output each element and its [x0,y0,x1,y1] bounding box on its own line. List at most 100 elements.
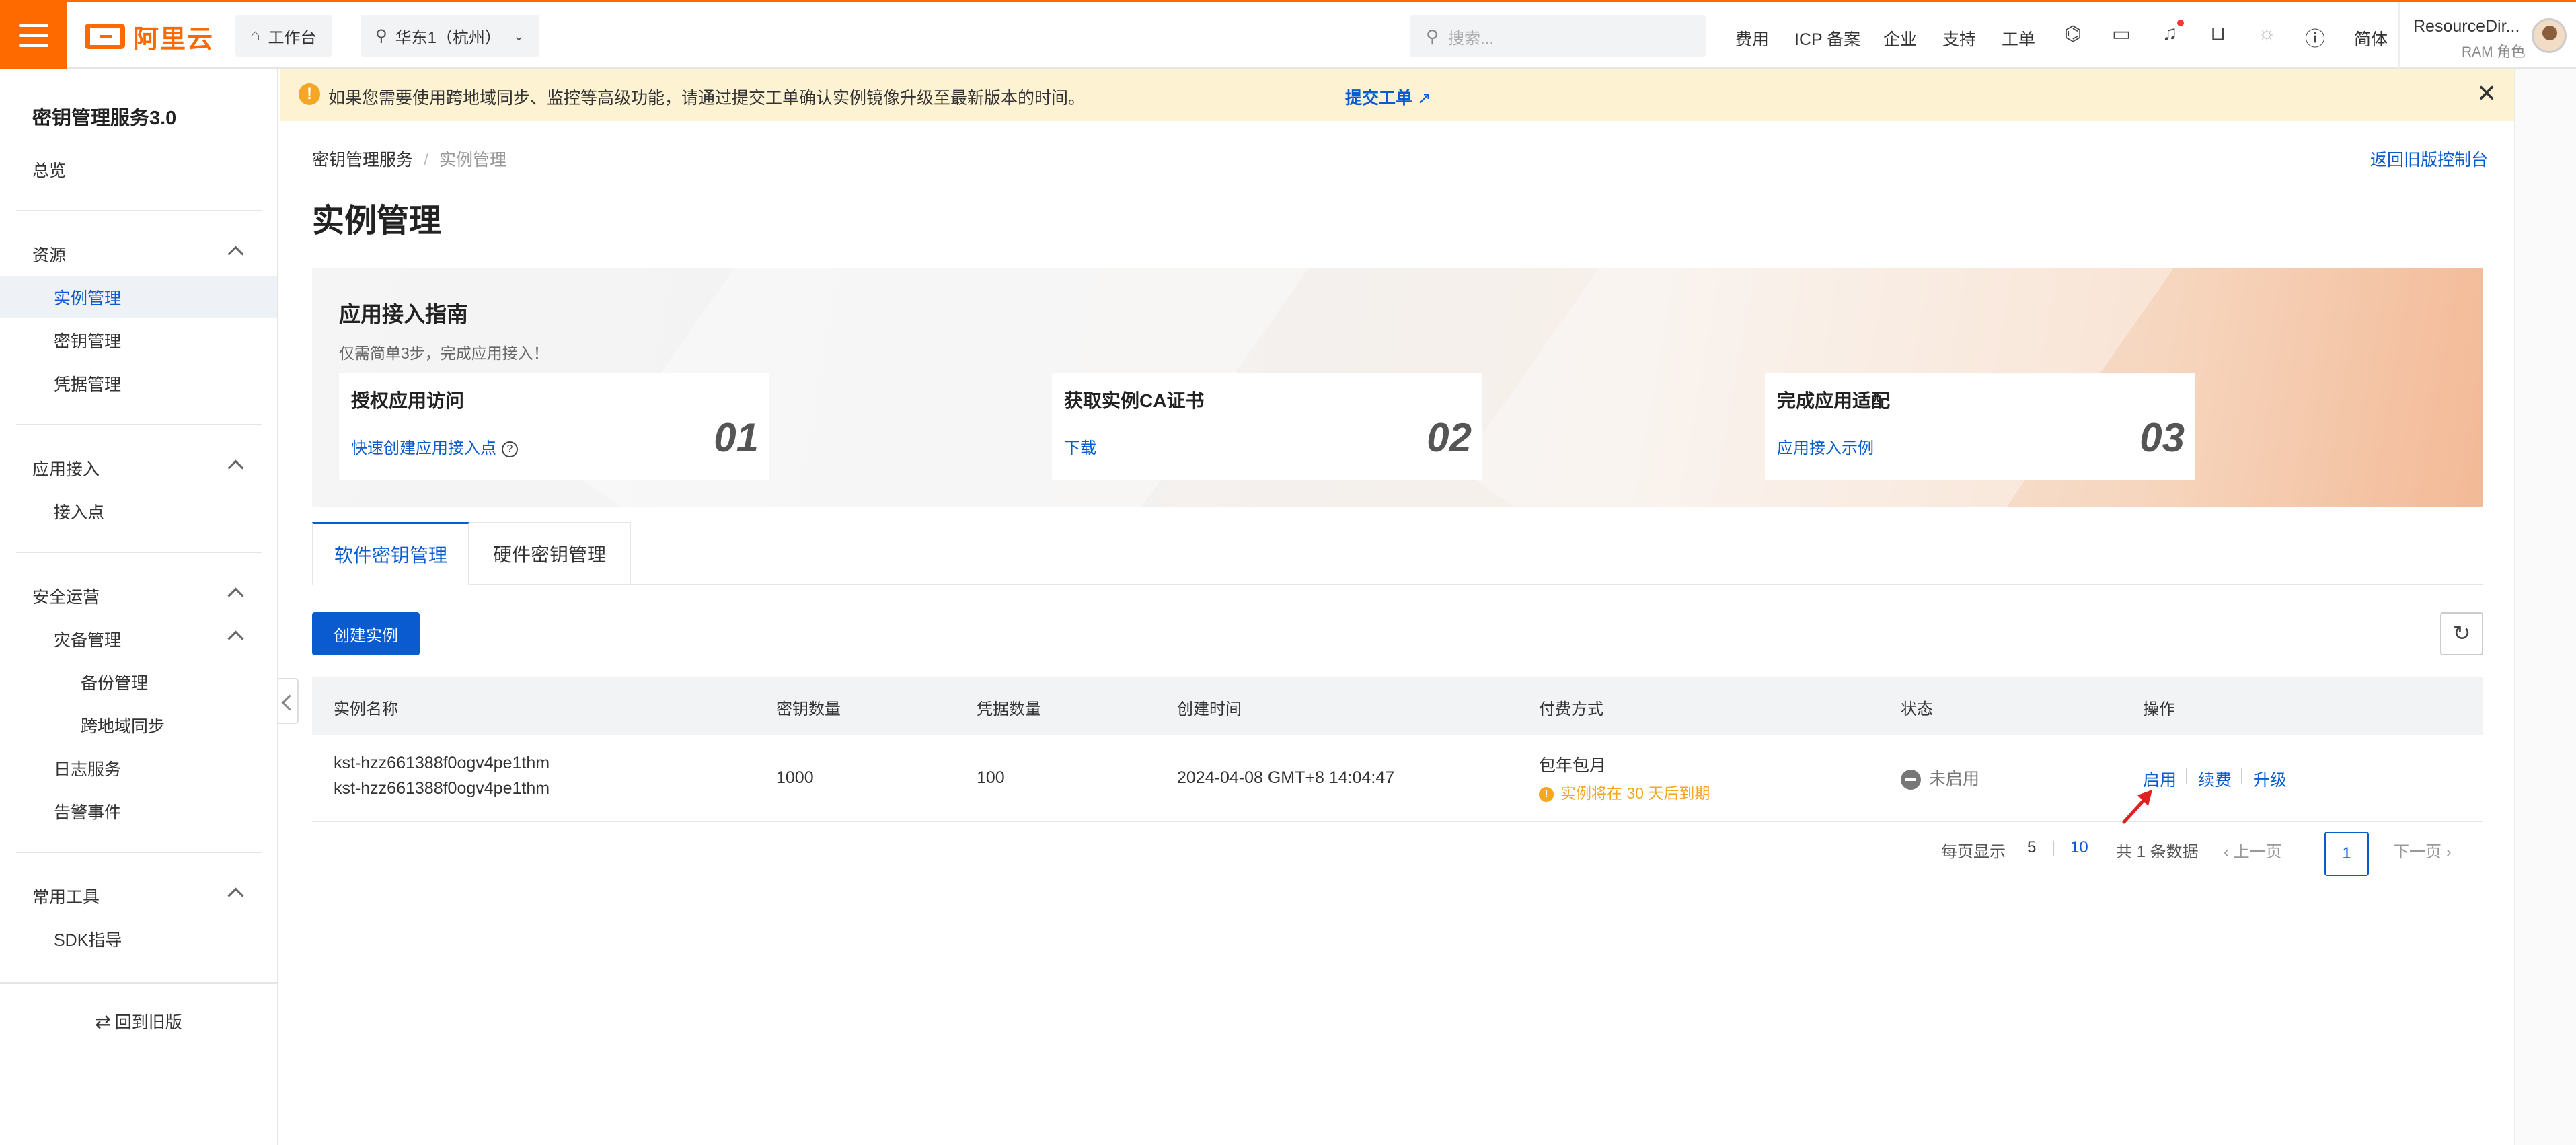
billing-method: 包年包月 [1539,756,1607,775]
quick-create-endpoint-label: 快速创建应用接入点 [351,439,496,457]
sidebar-item-key-mgmt[interactable]: 密钥管理 [54,328,121,353]
sidebar-group-resources[interactable]: 资源 [32,242,66,266]
instance-id[interactable]: kst-hzz661388f0ogv4pe1thm [334,753,550,773]
column-header-keys: 密钥数量 [776,700,841,718]
page-size-10[interactable]: 10 [2070,838,2088,857]
sidebar-item-cross-region[interactable]: 跨地域同步 [81,713,165,737]
chevron-up-icon[interactable] [227,884,243,900]
disabled-status-icon [1901,770,1921,790]
sidebar-item-backup[interactable]: 备份管理 [81,670,148,694]
warning-icon: ! [1539,786,1554,802]
notice-banner: ! 如果您需要使用跨地域同步、监控等高级功能，请通过提交工单确认实例镜像升级至最… [280,69,2514,121]
guide-card-step1: 授权应用访问 快速创建应用接入点? 01 [339,373,769,480]
app-access-example-link[interactable]: 应用接入示例 [1777,435,1874,458]
nav-support[interactable]: 支持 [1942,26,1976,50]
user-role: RAM 角色 [2462,44,2526,60]
prev-page-button[interactable]: ‹ 上一页 [2224,838,2282,862]
location-icon: ⚲ [375,26,387,45]
annotation-arrow-icon [2122,790,2152,824]
user-menu[interactable]: ResourceDir... RAM 角色 [2398,2,2576,69]
sidebar-group-tools[interactable]: 常用工具 [32,884,100,908]
page-size-5[interactable]: 5 [2027,838,2036,857]
sidebar-active-highlight [0,276,277,318]
lightbulb-icon[interactable]: ☼ [2255,22,2279,45]
next-page-button[interactable]: 下一页 › [2393,838,2452,862]
create-instance-button[interactable]: 创建实例 [312,612,420,655]
sidebar-item-instance-mgmt[interactable]: 实例管理 [54,285,121,309]
nav-enterprise[interactable]: 企业 [1883,26,1917,50]
status-text: 未启用 [1929,770,1980,788]
credential-count: 100 [977,768,1005,787]
table-header: 实例名称 密钥数量 凭据数量 创建时间 付费方式 状态 操作 [312,677,2483,735]
top-bar: 阿里云 ⌂ 工作台 ⚲ 华东1（杭州） ⌄ ⚲ 搜索... 费用 ICP 备案 … [0,0,2576,71]
sidebar-item-credential-mgmt[interactable]: 凭据管理 [54,371,121,396]
page-title: 实例管理 [312,203,442,239]
back-to-old-version-button[interactable]: ⇄ 回到旧版 [0,1009,277,1033]
total-count: 共 1 条数据 [2116,843,2199,861]
chevron-up-icon[interactable] [227,456,243,472]
chevron-up-icon[interactable] [227,242,243,258]
code-icon[interactable]: ⌬ [2061,22,2085,46]
language-switch[interactable]: 简体 [2354,26,2388,50]
help-icon[interactable]: ⓘ [2303,22,2327,52]
quick-create-endpoint-link[interactable]: 快速创建应用接入点? [351,435,518,458]
breadcrumb: 密钥管理服务 / 实例管理 [312,151,506,170]
chevron-up-icon[interactable] [227,627,243,643]
submit-ticket-link[interactable]: 提交工单 ↗ [1345,85,1431,109]
expiry-warning: ! 实例将在 30 天后到期 [1539,780,1710,803]
upgrade-button[interactable]: 升级 [2253,767,2287,791]
nav-icp[interactable]: ICP 备案 [1794,26,1860,50]
help-icon[interactable]: ? [502,441,518,457]
sidebar-group-security-ops[interactable]: 安全运营 [32,584,100,608]
sidebar-item-alert-events[interactable]: 告警事件 [54,799,121,823]
menu-button[interactable] [0,0,67,71]
key-type-tabs: 软件密钥管理 硬件密钥管理 [312,522,2483,585]
tab-software-key[interactable]: 软件密钥管理 [312,522,469,585]
region-selector[interactable]: ⚲ 华东1（杭州） ⌄ [361,15,539,57]
breadcrumb-current: 实例管理 [439,151,506,170]
guide-card-number: 01 [714,415,759,460]
sidebar-divider [16,424,262,425]
aliyun-logo[interactable]: 阿里云 [85,20,214,54]
sidebar-divider [16,210,262,211]
sidebar-item-log-service[interactable]: 日志服务 [54,756,121,780]
breadcrumb-root[interactable]: 密钥管理服务 [312,151,413,170]
prev-page-label: 上一页 [2233,843,2282,861]
close-icon[interactable]: ✕ [2476,79,2497,108]
nav-fees[interactable]: 费用 [1735,26,1769,50]
sidebar-item-endpoint[interactable]: 接入点 [54,499,104,523]
cart-icon[interactable]: ⊔ [2206,22,2230,46]
sidebar-item-overview[interactable]: 总览 [32,157,66,182]
sidebar-item-sdk[interactable]: SDK指导 [54,927,122,951]
column-header-billing: 付费方式 [1539,700,1603,718]
download-ca-link[interactable]: 下载 [1064,435,1096,458]
current-page[interactable]: 1 [2324,832,2369,876]
renew-button[interactable]: 续费 [2198,767,2232,791]
key-count: 1000 [776,768,814,787]
back-to-old-console-link[interactable]: 返回旧版控制台 [2370,147,2488,171]
workbench-button[interactable]: ⌂ 工作台 [235,15,332,57]
guide-title: 应用接入指南 [339,302,469,326]
tab-hardware-key[interactable]: 硬件密钥管理 [469,522,631,585]
refresh-button[interactable]: ↻ [2440,612,2483,655]
sidebar-group-app-access[interactable]: 应用接入 [32,456,100,480]
sidebar-divider [16,552,262,553]
sidebar-item-disaster[interactable]: 灾备管理 [54,627,121,651]
action-separator [2241,768,2242,784]
page-size-separator: | [2051,838,2056,856]
nav-ticket[interactable]: 工单 [2002,26,2035,50]
app-access-guide: 应用接入指南 仅需简单3步，完成应用接入！ 授权应用访问 快速创建应用接入点? … [312,268,2483,507]
sidebar-collapse-button[interactable] [278,678,299,724]
expiry-warning-text: 实例将在 30 天后到期 [1560,784,1710,802]
sidebar-divider [16,852,262,853]
per-page-label: 每页显示 [1941,843,2006,861]
swap-icon: ⇄ [95,1011,111,1032]
column-header-actions: 操作 [2143,700,2175,718]
terminal-icon[interactable]: ▭ [2109,22,2133,46]
sidebar-title: 密钥管理服务3.0 [32,108,177,129]
chevron-up-icon[interactable] [227,584,243,600]
notice-text: 如果您需要使用跨地域同步、监控等高级功能，请通过提交工单确认实例镜像升级至最新版… [328,89,1086,108]
search-placeholder: 搜索... [1448,29,1494,48]
sidebar-divider [0,982,277,984]
search-input[interactable]: ⚲ 搜索... [1410,15,1706,57]
